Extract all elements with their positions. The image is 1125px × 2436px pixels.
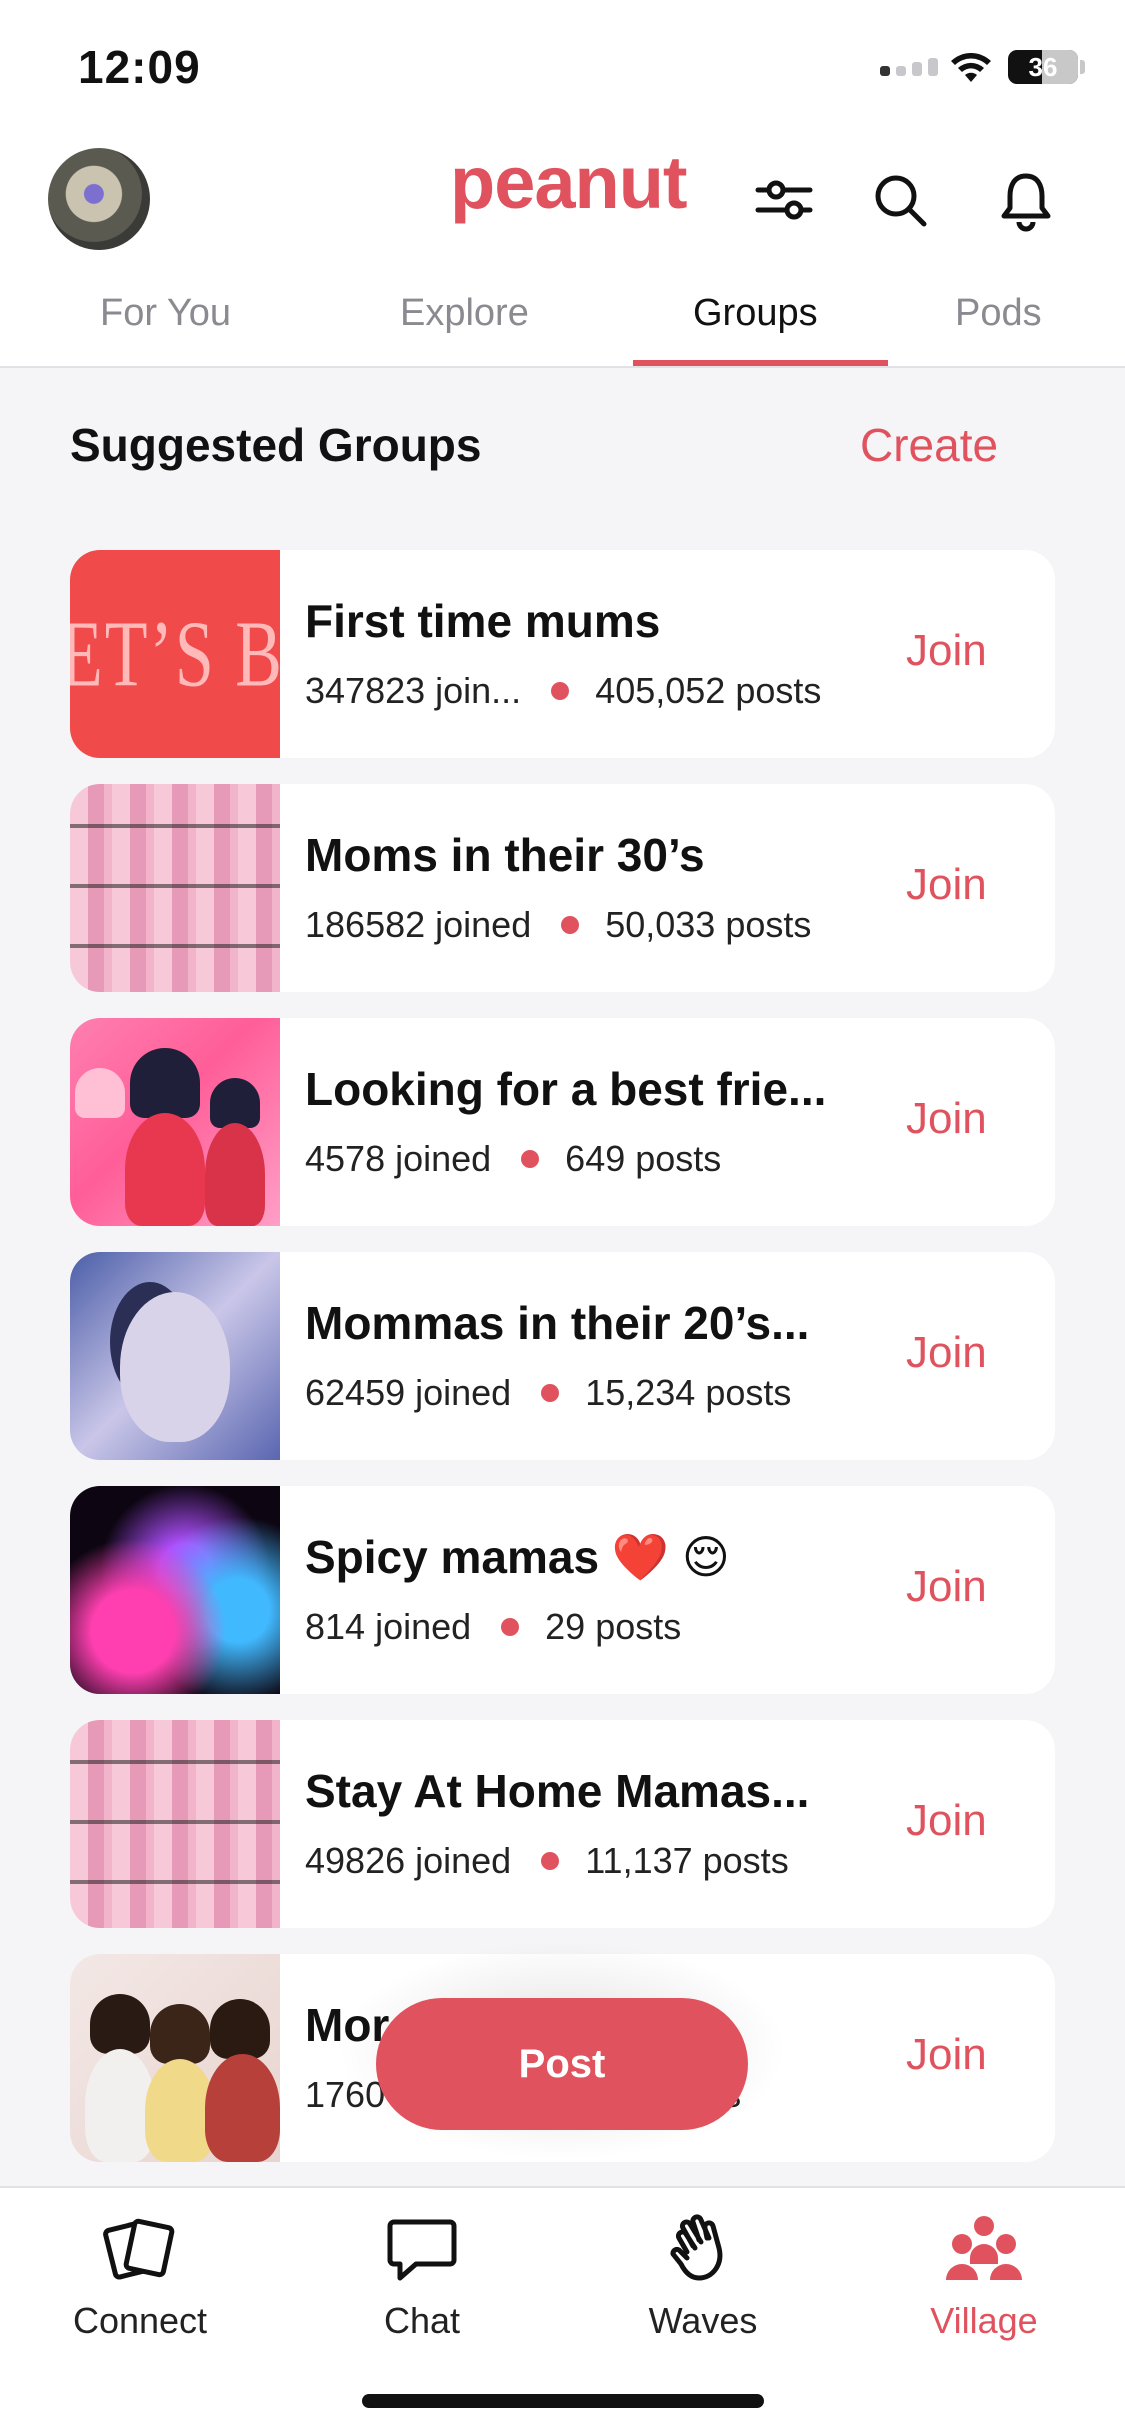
join-button[interactable]: Join — [906, 626, 987, 676]
group-thumbnail — [70, 1954, 280, 2162]
groups-screen: 12:09 36 peanut For You Explore Groups P… — [0, 0, 1125, 2436]
separator-dot — [541, 1852, 560, 1870]
group-stats: 4578 joined 649 posts — [305, 1138, 721, 1180]
group-card[interactable]: ET’S BE TH First time mums 347823 join..… — [70, 550, 1055, 758]
thumbnail-text: ET’S BE TH — [70, 603, 280, 708]
tab-explore[interactable]: Explore — [400, 292, 529, 335]
join-button[interactable]: Join — [906, 2030, 987, 2080]
group-name: First time mums — [305, 595, 661, 647]
join-button[interactable]: Join — [906, 1328, 987, 1378]
group-stats: 62459 joined 15,234 posts — [305, 1372, 791, 1414]
separator-dot — [551, 682, 570, 700]
tab-pods[interactable]: Pods — [955, 292, 1042, 335]
joined-count: 347823 join... — [305, 670, 522, 711]
tab-for-you[interactable]: For You — [100, 292, 231, 335]
joined-count: 186582 joined — [305, 904, 532, 945]
group-stats: 814 joined 29 posts — [305, 1606, 681, 1648]
wifi-icon — [951, 53, 991, 82]
status-bar: 12:09 36 — [0, 0, 1125, 140]
group-name: Moms in their 30’s — [305, 829, 705, 881]
nav-label: Village — [930, 2300, 1038, 2341]
chat-bubble-icon — [387, 2219, 457, 2281]
group-thumbnail: ET’S BE TH — [70, 550, 280, 758]
tab-bar: For You Explore Groups Pods — [0, 280, 1125, 368]
group-thumbnail — [70, 784, 280, 992]
group-name: Stay At Home Mamas... — [305, 1765, 810, 1817]
group-thumbnail — [70, 1720, 280, 1928]
group-stats: 186582 joined 50,033 posts — [305, 904, 811, 946]
post-count: 50,033 posts — [605, 904, 812, 945]
battery-icon: 36 — [1008, 50, 1078, 84]
battery-level: 36 — [1028, 52, 1058, 82]
group-name: Spicy mamas ❤️ 😌 — [305, 1531, 730, 1583]
join-button[interactable]: Join — [906, 1796, 987, 1846]
join-button[interactable]: Join — [906, 1094, 987, 1144]
group-thumbnail — [70, 1018, 280, 1226]
nav-connect[interactable]: Connect — [30, 2208, 250, 2342]
separator-dot — [521, 1150, 540, 1168]
post-count: 649 posts — [565, 1138, 722, 1179]
join-button[interactable]: Join — [906, 1562, 987, 1612]
nav-waves[interactable]: Waves — [593, 2208, 813, 2342]
search-icon[interactable] — [868, 168, 932, 232]
separator-dot — [561, 916, 580, 934]
join-button[interactable]: Join — [906, 860, 987, 910]
post-count: 11,137 posts — [585, 1840, 789, 1881]
nav-chat[interactable]: Chat — [312, 2208, 532, 2342]
nav-label: Connect — [72, 2300, 208, 2341]
nav-label: Waves — [648, 2300, 758, 2341]
joined-count: 4578 joined — [305, 1138, 492, 1179]
group-card[interactable]: Spicy mamas ❤️ 😌 814 joined 29 posts Joi… — [70, 1486, 1055, 1694]
nav-label: Chat — [383, 2300, 461, 2341]
joined-count: 49826 joined — [305, 1840, 512, 1881]
tab-groups[interactable]: Groups — [693, 292, 818, 335]
group-card[interactable]: Moms in their 30’s 186582 joined 50,033 … — [70, 784, 1055, 992]
joined-count: 814 joined — [305, 1606, 472, 1647]
group-card[interactable]: Looking for a best frie... 4578 joined 6… — [70, 1018, 1055, 1226]
home-indicator — [362, 2394, 764, 2408]
post-count: 15,234 posts — [585, 1372, 792, 1413]
bell-icon[interactable] — [994, 168, 1058, 232]
group-name: Mommas in their 20’s... — [305, 1297, 810, 1349]
separator-dot — [541, 1384, 560, 1402]
section-title: Suggested Groups — [70, 419, 482, 471]
post-count: 405,052 posts — [595, 670, 822, 711]
avatar[interactable] — [48, 148, 150, 250]
people-group-icon — [946, 2216, 1022, 2280]
cellular-signal-icon — [880, 58, 938, 76]
waving-hand-icon — [670, 2214, 723, 2281]
joined-count: 62459 joined — [305, 1372, 512, 1413]
group-card[interactable]: Stay At Home Mamas... 49826 joined 11,13… — [70, 1720, 1055, 1928]
nav-village[interactable]: Village — [874, 2208, 1094, 2342]
active-tab-indicator — [633, 360, 888, 366]
group-stats: 49826 joined 11,137 posts — [305, 1840, 789, 1882]
post-button[interactable]: Post — [376, 1998, 748, 2130]
cards-icon — [103, 2218, 175, 2280]
post-count: 29 posts — [545, 1606, 682, 1647]
app-logo: peanut — [450, 141, 688, 224]
create-group-button[interactable]: Create — [860, 418, 998, 472]
separator-dot — [501, 1618, 520, 1636]
group-thumbnail — [70, 1486, 280, 1694]
group-thumbnail — [70, 1252, 280, 1460]
group-name: Looking for a best frie... — [305, 1063, 827, 1115]
group-stats: 347823 join... 405,052 posts — [305, 670, 821, 712]
status-time: 12:09 — [78, 41, 201, 93]
app-header: peanut — [0, 140, 1125, 280]
group-card[interactable]: Mommas in their 20’s... 62459 joined 15,… — [70, 1252, 1055, 1460]
filter-icon[interactable] — [752, 168, 816, 232]
battery-tip — [1080, 60, 1085, 74]
